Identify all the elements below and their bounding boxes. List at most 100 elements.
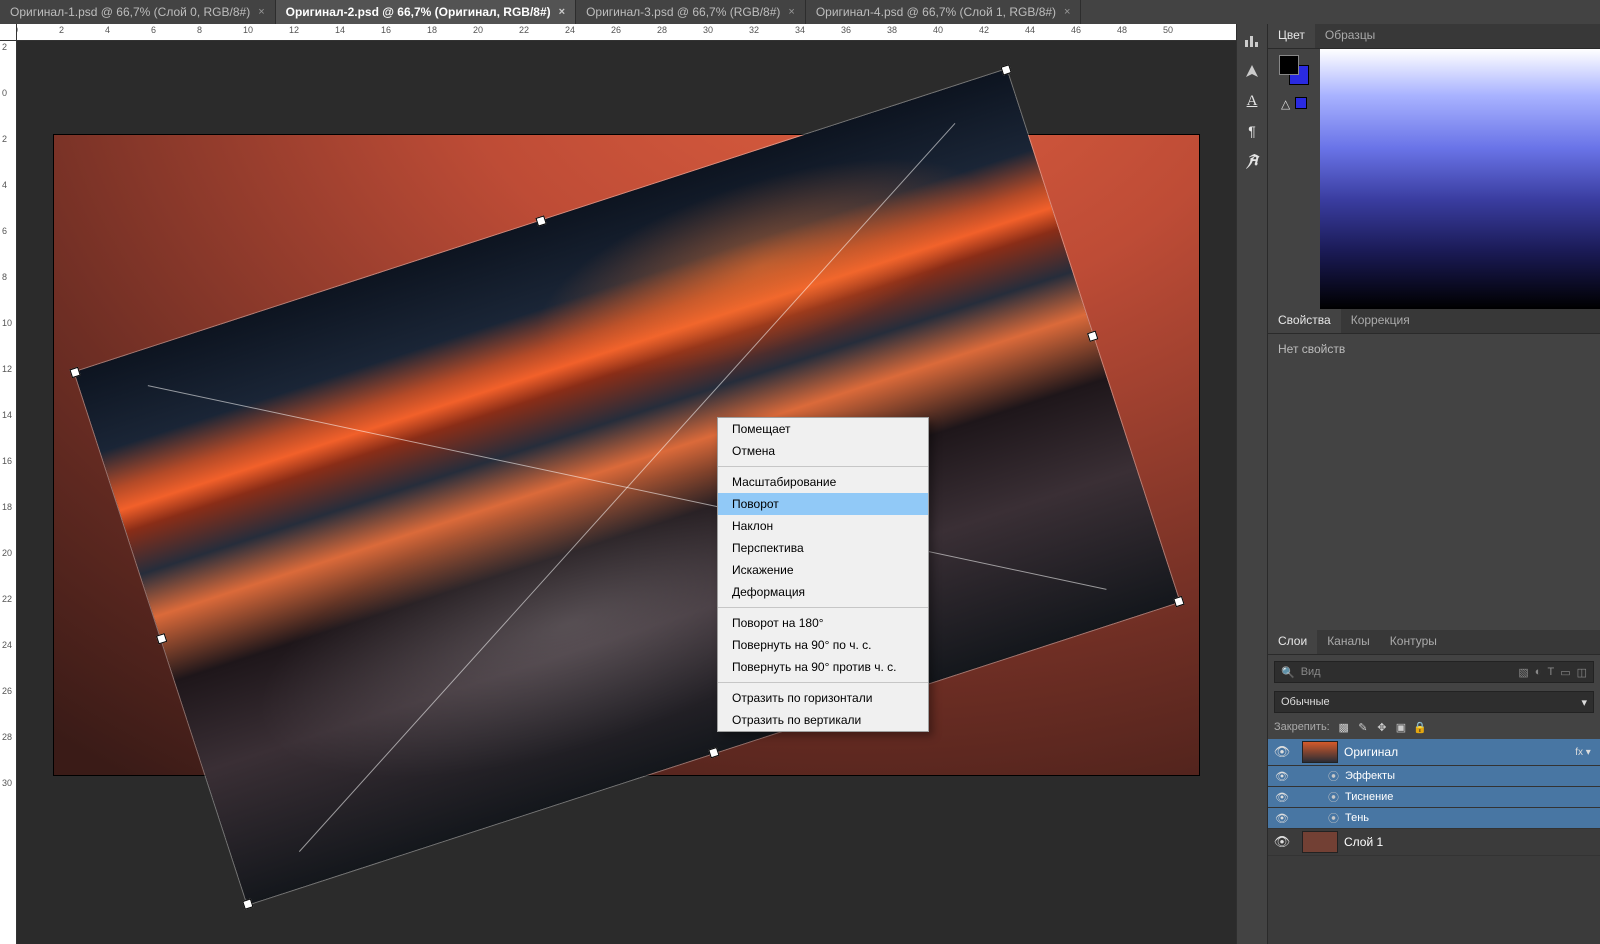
menu-item[interactable]: Поворот на 180° [718, 612, 928, 634]
transform-context-menu[interactable]: ПомещаетОтмена МасштабированиеПоворотНакл… [717, 417, 929, 732]
document-tab[interactable]: Оригинал-1.psd @ 66,7% (Слой 0, RGB/8#) × [0, 0, 276, 24]
layer-effect-row[interactable]: 👁⦿Тиснение [1268, 787, 1600, 808]
properties-panel-tabs: Свойства Коррекция [1268, 309, 1600, 334]
document-tab-label: Оригинал-3.psd @ 66,7% (RGB/8#) [586, 5, 780, 19]
close-icon[interactable]: × [258, 6, 264, 18]
menu-item[interactable]: Искажение [718, 559, 928, 581]
layer-row[interactable]: 👁 Оригиналfx ▾ [1268, 739, 1600, 766]
layer-list[interactable]: 👁Оригиналfx ▾👁⦿Эффекты👁⦿Тиснение👁⦿Тень👁С… [1268, 739, 1600, 944]
menu-item[interactable]: Помещает [718, 418, 928, 440]
close-icon[interactable]: × [559, 6, 565, 18]
lock-all-icon[interactable]: 🔒 [1412, 719, 1428, 735]
transform-handle-b[interactable] [708, 747, 719, 758]
ruler-corner [0, 24, 17, 41]
menu-item[interactable]: Отразить по вертикали [718, 709, 928, 731]
right-panels: Цвет Образцы △ Свойства Коррекция [1267, 24, 1600, 944]
color-panel-tabs: Цвет Образцы [1268, 24, 1600, 49]
filter-type-icon[interactable]: T [1547, 666, 1554, 678]
filter-pixel-icon[interactable]: ▧ [1518, 666, 1528, 679]
menu-item[interactable]: Перспектива [718, 537, 928, 559]
effect-bullet-icon: ⦿ [1328, 789, 1339, 805]
document-tab[interactable]: Оригинал-2.psd @ 66,7% (Оригинал, RGB/8#… [276, 0, 576, 24]
visibility-toggle[interactable]: 👁 [1268, 791, 1296, 804]
artboard[interactable] [54, 135, 1199, 775]
collapsed-panels-strip[interactable]: A ¶ A [1236, 24, 1267, 944]
properties-panel: Нет свойств [1268, 334, 1600, 630]
menu-item[interactable]: Деформация [718, 581, 928, 603]
menu-item[interactable]: Наклон [718, 515, 928, 537]
close-icon[interactable]: × [788, 6, 794, 18]
document-tab[interactable]: Оригинал-4.psd @ 66,7% (Слой 1, RGB/8#) × [806, 0, 1082, 24]
visibility-toggle[interactable]: 👁 [1268, 744, 1296, 760]
tab-properties[interactable]: Свойства [1268, 309, 1341, 333]
effect-bullet-icon: ⦿ [1328, 810, 1339, 826]
menu-item[interactable]: Повернуть на 90° против ч. с. [718, 656, 928, 678]
character-panel-icon[interactable]: A [1241, 90, 1263, 112]
document-tab[interactable]: Оригинал-3.psd @ 66,7% (RGB/8#) × [576, 0, 806, 24]
visibility-toggle[interactable]: 👁 [1268, 834, 1296, 850]
paragraph-panel-icon[interactable]: ¶ [1241, 120, 1263, 142]
layer-thumbnail[interactable] [1302, 741, 1338, 763]
layer-row[interactable]: 👁 Слой 1 [1268, 829, 1600, 856]
lock-artboard-icon[interactable]: ▣ [1393, 719, 1409, 735]
tab-paths[interactable]: Контуры [1380, 630, 1447, 654]
mini-swatches[interactable]: △ [1281, 97, 1307, 109]
layer-effect-name: Эффекты [1345, 770, 1594, 782]
layer-filter[interactable]: 🔍 Вид ▧ ◐ T ▭ ◫ [1274, 661, 1594, 683]
navigator-panel-icon[interactable] [1241, 60, 1263, 82]
transform-handle-bl[interactable] [242, 898, 253, 909]
fg-bg-swatch[interactable] [1279, 55, 1309, 85]
menu-item[interactable]: Масштабирование [718, 471, 928, 493]
warn-icon: △ [1281, 97, 1291, 107]
menu-separator [718, 682, 928, 683]
tab-adjustments[interactable]: Коррекция [1341, 309, 1420, 333]
lock-pixels-icon[interactable]: ▩ [1336, 719, 1352, 735]
document-tab-label: Оригинал-2.psd @ 66,7% (Оригинал, RGB/8#… [286, 5, 551, 19]
horizontal-ruler[interactable]: 0246810121416182022242628303234363840424… [16, 24, 1236, 41]
layer-name: Слой 1 [1344, 835, 1594, 849]
layer-effect-name: Тень [1345, 812, 1594, 824]
menu-item[interactable]: Отразить по горизонтали [718, 687, 928, 709]
layer-effect-row[interactable]: 👁 ⦿ Тень [1268, 808, 1600, 829]
lock-position-icon[interactable]: ✥ [1374, 719, 1390, 735]
menu-item[interactable]: Отмена [718, 440, 928, 462]
menu-separator [718, 607, 928, 608]
layer-filter-kind: Вид [1301, 666, 1321, 678]
visibility-toggle[interactable]: 👁 [1268, 770, 1296, 783]
layer-effect-row[interactable]: 👁 ⦿ Эффекты [1268, 766, 1600, 787]
layer-thumbnail[interactable] [1302, 831, 1338, 853]
lock-paint-icon[interactable]: ✎ [1355, 719, 1371, 735]
menu-item[interactable]: Поворот [718, 493, 928, 515]
tab-channels[interactable]: Каналы [1317, 630, 1380, 654]
placed-image-transform-box[interactable] [74, 69, 1179, 904]
properties-empty-text: Нет свойств [1278, 342, 1345, 356]
color-panel: △ [1268, 49, 1600, 309]
vertical-ruler[interactable]: 2024681012141618202224262830 [0, 24, 17, 944]
menu-item[interactable]: Повернуть на 90° по ч. с. [718, 634, 928, 656]
tab-layers[interactable]: Слои [1268, 630, 1317, 654]
filter-adjust-icon[interactable]: ◐ [1535, 666, 1542, 678]
tab-swatches[interactable]: Образцы [1315, 24, 1385, 48]
tab-color[interactable]: Цвет [1268, 24, 1315, 48]
glyphs-panel-icon[interactable]: A [1241, 150, 1263, 172]
layer-fx-badge[interactable]: fx ▾ [1572, 747, 1594, 758]
histogram-panel-icon[interactable] [1241, 30, 1263, 52]
canvas-column: 0246810121416182022242628303234363840424… [0, 24, 1236, 944]
layer-name: Оригинал [1344, 745, 1572, 759]
transform-handle-br[interactable] [1173, 596, 1184, 607]
effect-bullet-icon: ⦿ [1328, 768, 1339, 784]
blend-mode-value: Обычные [1281, 696, 1330, 708]
blend-mode-select[interactable]: Обычные ▾ [1274, 691, 1594, 713]
close-icon[interactable]: × [1064, 6, 1070, 18]
document-tab-label: Оригинал-4.psd @ 66,7% (Слой 1, RGB/8#) [816, 5, 1056, 19]
menu-separator [718, 466, 928, 467]
document-tab-label: Оригинал-1.psd @ 66,7% (Слой 0, RGB/8#) [10, 5, 250, 19]
color-field[interactable] [1320, 49, 1600, 309]
layers-panel-tabs: Слои Каналы Контуры [1268, 630, 1600, 655]
filter-smart-icon[interactable]: ◫ [1577, 666, 1587, 679]
document-canvas[interactable]: ПомещаетОтмена МасштабированиеПоворотНакл… [17, 40, 1236, 944]
filter-shape-icon[interactable]: ▭ [1560, 666, 1570, 679]
search-icon: 🔍 [1281, 666, 1295, 679]
document-tab-bar: Оригинал-1.psd @ 66,7% (Слой 0, RGB/8#) ×… [0, 0, 1600, 24]
visibility-toggle[interactable]: 👁 [1268, 812, 1296, 825]
